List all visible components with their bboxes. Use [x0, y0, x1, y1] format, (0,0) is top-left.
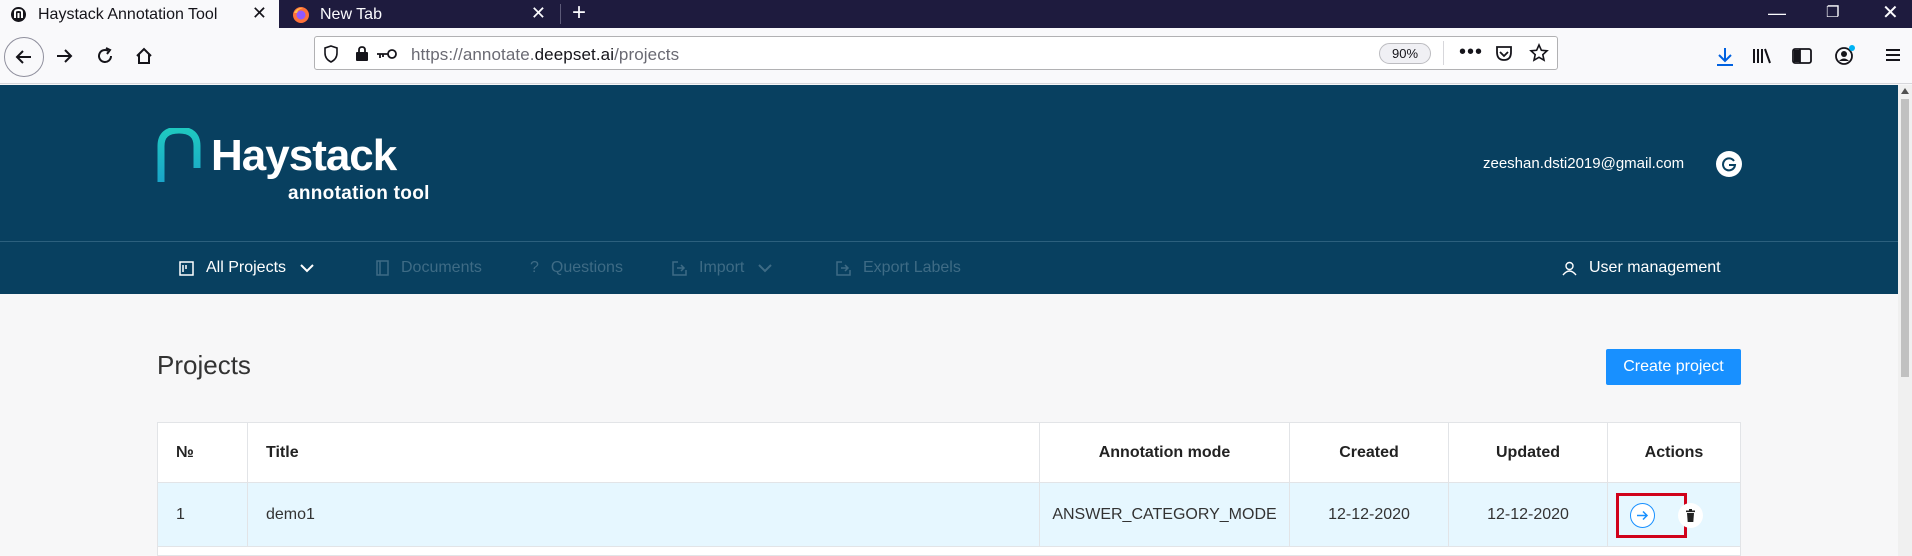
account-icon[interactable]	[1834, 44, 1856, 71]
nav-user-management-label: User management	[1589, 259, 1721, 276]
close-window-icon[interactable]: ✕	[1882, 3, 1899, 23]
home-icon	[136, 47, 152, 64]
url-divider	[1443, 41, 1444, 65]
row-title: demo1	[248, 483, 1040, 546]
nav-user-management[interactable]: User management	[1562, 242, 1721, 294]
user-icon	[1562, 261, 1577, 276]
trash-icon	[1686, 509, 1695, 522]
nav-import-label: Import	[699, 259, 745, 276]
menu-icon[interactable]	[1884, 47, 1902, 68]
projects-icon	[179, 260, 194, 276]
url-text[interactable]: https://annotate.deepset.ai/projects	[411, 45, 679, 65]
reload-button[interactable]	[87, 38, 123, 74]
forward-button[interactable]	[46, 38, 82, 74]
nav-questions[interactable]: ? Questions	[530, 242, 623, 294]
column-header-created[interactable]: Created	[1290, 423, 1449, 482]
nav-export-labels[interactable]: Export Labels	[836, 242, 961, 294]
table-row[interactable]: 1 demo1 ANSWER_CATEGORY_MODE 12-12-2020 …	[158, 483, 1740, 547]
firefox-icon	[292, 6, 309, 23]
open-project-button[interactable]	[1630, 503, 1655, 528]
tab-title: Haystack Annotation Tool	[38, 6, 218, 23]
column-header-number[interactable]: №	[158, 423, 248, 482]
browser-tab-bar: Haystack Annotation Tool ✕ New Tab ✕ + —…	[0, 0, 1912, 28]
tab-new-tab[interactable]: New Tab ✕	[282, 0, 558, 28]
close-icon[interactable]: ✕	[531, 4, 546, 22]
logo-text: Haystack	[211, 131, 397, 180]
chevron-down-icon	[300, 263, 314, 273]
download-icon[interactable]	[1716, 47, 1734, 72]
nav-import[interactable]: Import	[672, 242, 773, 294]
nav-all-projects-label: All Projects	[206, 259, 287, 276]
page-title: Projects	[157, 350, 251, 380]
row-actions	[1608, 483, 1740, 546]
page-actions-icon[interactable]: •••	[1459, 41, 1483, 64]
scroll-up-arrow-icon[interactable]	[1901, 88, 1909, 94]
row-created: 12-12-2020	[1290, 483, 1449, 546]
row-annotation-mode: ANSWER_CATEGORY_MODE	[1040, 483, 1290, 546]
column-header-updated[interactable]: Updated	[1449, 423, 1608, 482]
table-row-next	[158, 547, 1740, 555]
column-header-actions: Actions	[1644, 443, 1704, 461]
import-icon	[672, 260, 687, 276]
scroll-thumb[interactable]	[1901, 99, 1909, 377]
app-header: Haystack annotation tool zeeshan.dsti201…	[0, 85, 1898, 242]
zoom-level-badge[interactable]: 90%	[1379, 43, 1431, 64]
tab-separator	[560, 4, 561, 24]
new-tab-plus-icon[interactable]: +	[572, 1, 586, 25]
bookmark-star-icon[interactable]	[1529, 43, 1549, 68]
create-project-button[interactable]: Create project	[1606, 349, 1741, 385]
question-icon: ?	[530, 259, 539, 276]
document-icon	[376, 260, 389, 276]
nav-documents-label: Documents	[401, 259, 482, 276]
app-nav: All Projects Documents ? Questions Impor…	[0, 242, 1898, 294]
reload-icon	[98, 47, 112, 63]
logo-subtitle: annotation tool	[288, 183, 430, 204]
shield-icon[interactable]	[323, 45, 339, 68]
tab-title: New Tab	[320, 6, 382, 23]
page-scrollbar[interactable]	[1898, 85, 1912, 556]
row-number: 1	[158, 483, 248, 546]
haystack-logo-mark-icon	[157, 128, 201, 182]
table-header-row: № Title Annotation mode Created Updated …	[158, 423, 1740, 483]
sidebar-icon[interactable]	[1792, 47, 1812, 70]
home-button[interactable]	[126, 38, 162, 74]
column-header-annotation-mode[interactable]: Annotation mode	[1040, 423, 1290, 482]
arrow-left-icon	[15, 50, 31, 64]
delete-project-button[interactable]	[1678, 503, 1703, 528]
google-icon	[1722, 157, 1737, 172]
restore-icon[interactable]: ❐	[1826, 3, 1839, 23]
url-bar[interactable]: https://annotate.deepset.ai/projects 90%…	[314, 36, 1558, 70]
column-header-title[interactable]: Title	[248, 423, 1040, 482]
arrow-right-icon	[57, 49, 73, 63]
minimize-icon[interactable]: —	[1768, 3, 1786, 23]
pocket-icon[interactable]	[1495, 45, 1513, 67]
arrow-right-icon	[1637, 510, 1649, 521]
tab-haystack[interactable]: Haystack Annotation Tool ✕	[0, 0, 279, 28]
user-email: zeeshan.dsti2019@gmail.com	[1483, 155, 1685, 172]
lock-icon[interactable]	[355, 45, 369, 67]
back-button[interactable]	[4, 37, 44, 77]
nav-questions-label: Questions	[550, 259, 623, 276]
key-icon[interactable]	[375, 47, 397, 66]
browser-toolbar: https://annotate.deepset.ai/projects 90%…	[0, 28, 1912, 84]
projects-table: № Title Annotation mode Created Updated …	[157, 422, 1741, 556]
row-updated: 12-12-2020	[1449, 483, 1608, 546]
library-icon[interactable]	[1752, 47, 1774, 70]
nav-all-projects[interactable]: All Projects	[179, 242, 314, 294]
export-icon	[836, 260, 851, 276]
logout-button[interactable]	[1716, 151, 1742, 177]
haystack-favicon-icon	[10, 6, 27, 23]
chevron-down-icon	[758, 263, 773, 273]
nav-documents[interactable]: Documents	[376, 242, 482, 294]
close-icon[interactable]: ✕	[252, 4, 267, 22]
nav-export-labels-label: Export Labels	[863, 259, 961, 276]
